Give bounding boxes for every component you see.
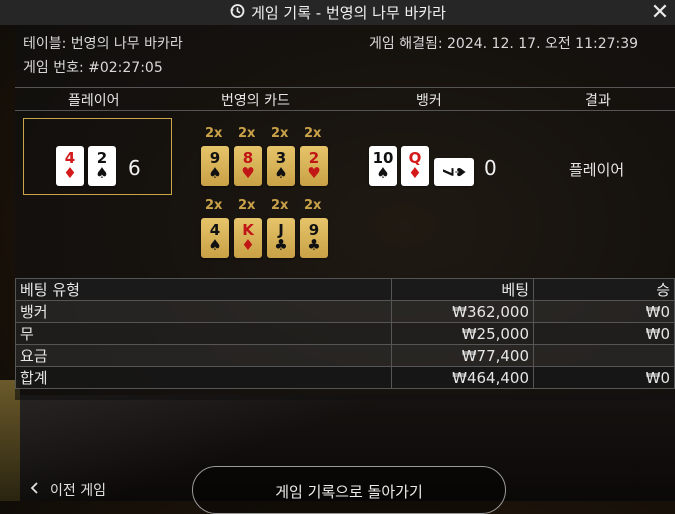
spade-icon: ♠	[95, 164, 109, 182]
banker-third-card: 7 ♠	[434, 158, 474, 186]
table-row: 무 ₩25,000 ₩0	[15, 322, 675, 345]
prosperity-card: 4 ♠	[201, 218, 229, 258]
total-bet: ₩464,400	[390, 366, 535, 389]
diamond-icon: ♦	[63, 164, 77, 182]
column-prosperity: 번영의 카드	[221, 93, 290, 109]
banker-card: Q ♦	[401, 146, 429, 186]
player-card: 4 ♦	[56, 146, 84, 186]
game-number: 게임 번호: #02:27:05	[23, 60, 163, 76]
window-title: 게임 기록 - 번영의 나무 바카라	[229, 2, 446, 23]
win-amount: ₩0	[533, 300, 675, 323]
resolved-time: 게임 해결됨: 2024. 12. 17. 오전 11:27:39	[369, 36, 639, 52]
header-bet: 베팅	[390, 278, 535, 301]
bet-type: 요금	[15, 344, 392, 367]
multiplier: 2x	[205, 126, 223, 141]
multiplier: 2x	[205, 198, 223, 213]
spade-icon: ♠	[208, 236, 222, 254]
total-label: 합계	[15, 366, 392, 389]
heart-icon: ♥	[241, 164, 255, 182]
title-bar: 게임 기록 - 번영의 나무 바카라 ✕	[0, 0, 675, 25]
banker-score: 0	[484, 156, 497, 180]
player-score: 6	[128, 156, 141, 180]
game-result: 플레이어	[569, 161, 625, 179]
prosperity-card: 8 ♥	[234, 146, 262, 186]
chevron-left-icon	[30, 482, 40, 498]
prosperity-card: 9 ♣	[300, 218, 328, 258]
table-row: 요금 ₩77,400	[15, 344, 675, 367]
header-bet-type: 베팅 유형	[15, 278, 392, 301]
back-to-history-button[interactable]: 게임 기록으로 돌아가기	[192, 466, 506, 514]
multiplier: 2x	[271, 198, 289, 213]
spade-icon: ♠	[451, 165, 468, 179]
player-card: 2 ♠	[88, 146, 116, 186]
previous-game-label: 이전 게임	[50, 483, 106, 499]
table-total-row: 합계 ₩464,400 ₩0	[15, 366, 675, 389]
bet-amount: ₩362,000	[390, 300, 535, 323]
previous-game-button[interactable]: 이전 게임	[30, 480, 106, 500]
column-result: 결과	[585, 93, 611, 109]
table-name: 테이블: 번영의 나무 바카라	[23, 36, 183, 52]
diamond-icon: ♦	[408, 164, 422, 182]
prosperity-card: 2 ♥	[300, 146, 328, 186]
prosperity-card: K ♦	[234, 218, 262, 258]
spade-icon: ♠	[274, 164, 288, 182]
title-text: 게임 기록 - 번영의 나무 바카라	[251, 4, 446, 22]
prosperity-card: 9 ♠	[201, 146, 229, 186]
close-icon[interactable]: ✕	[649, 0, 671, 25]
multiplier: 2x	[238, 126, 256, 141]
multiplier: 2x	[304, 126, 322, 141]
cards-header: 플레이어 번영의 카드 뱅커 결과	[15, 87, 675, 111]
prosperity-card: 3 ♠	[267, 146, 295, 186]
total-win: ₩0	[533, 366, 675, 389]
win-amount: ₩0	[533, 322, 675, 345]
table-row: 뱅커 ₩362,000 ₩0	[15, 300, 675, 323]
history-icon	[229, 3, 245, 23]
column-player: 플레이어	[68, 93, 120, 109]
prosperity-card: J ♣	[267, 218, 295, 258]
club-icon: ♣	[274, 236, 288, 254]
bet-amount: ₩25,000	[390, 322, 535, 345]
win-amount	[533, 344, 675, 367]
bets-table: 베팅 유형 베팅 승 뱅커 ₩362,000 ₩0 무 ₩25,000 ₩0 요…	[15, 278, 675, 389]
column-banker: 뱅커	[416, 93, 442, 109]
header-win: 승	[533, 278, 675, 301]
bet-type: 뱅커	[15, 300, 392, 323]
club-icon: ♣	[307, 236, 321, 254]
spade-icon: ♠	[376, 164, 390, 182]
heart-icon: ♥	[307, 164, 321, 182]
multiplier: 2x	[238, 198, 256, 213]
bet-type: 무	[15, 322, 392, 345]
back-to-history-label: 게임 기록으로 돌아가기	[275, 483, 423, 501]
spade-icon: ♠	[208, 164, 222, 182]
bet-amount: ₩77,400	[390, 344, 535, 367]
multiplier: 2x	[271, 126, 289, 141]
banker-card: 10 ♠	[369, 146, 397, 186]
diamond-icon: ♦	[241, 236, 255, 254]
table-header-row: 베팅 유형 베팅 승	[15, 278, 675, 301]
multiplier: 2x	[304, 198, 322, 213]
